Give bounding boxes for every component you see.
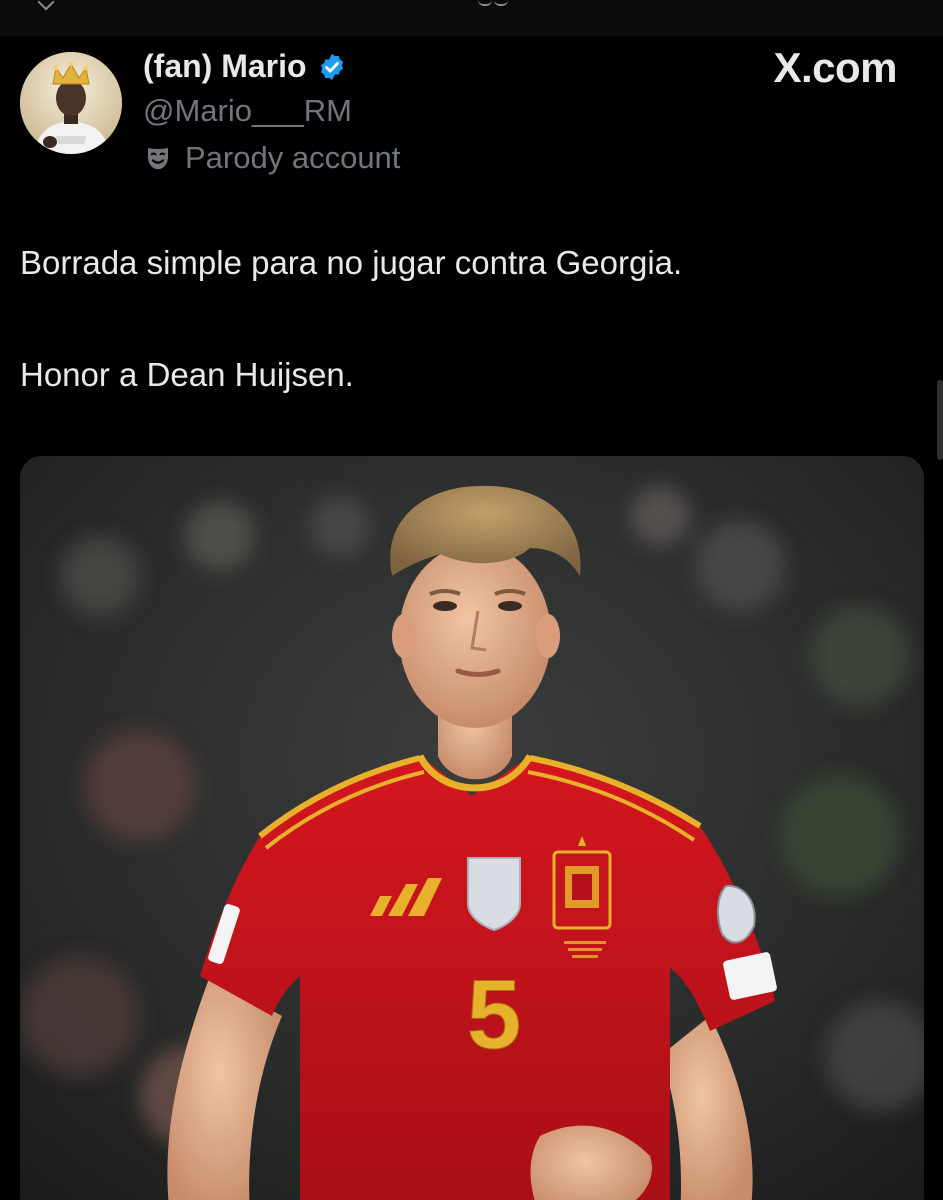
post-text-line: Borrada simple para no jugar contra Geor…: [20, 244, 683, 281]
truncated-glyph: [478, 0, 492, 6]
display-name-text[interactable]: (fan) Mario: [143, 48, 307, 85]
jersey-number: 5: [467, 959, 522, 1069]
theater-mask-icon: [143, 143, 173, 173]
user-handle[interactable]: @Mario___RM: [143, 93, 352, 129]
chevron-down-icon: [37, 0, 55, 11]
parody-label: Parody account: [143, 140, 400, 176]
truncated-glyph: [494, 0, 508, 6]
post-text-line: Honor a Dean Huijsen.: [20, 356, 354, 393]
parody-label-text: Parody account: [185, 140, 401, 175]
post-screenshot: (fan) Mario @Mario___RM Parody account X…: [0, 0, 943, 1200]
brand-watermark: X.com: [773, 44, 897, 91]
status-bar-fragment: [0, 0, 943, 36]
post-media-image[interactable]: 5: [20, 456, 924, 1200]
display-name[interactable]: (fan) Mario: [143, 48, 347, 85]
verified-badge-icon: [317, 52, 347, 82]
scrollbar[interactable]: [937, 380, 943, 460]
avatar[interactable]: [20, 52, 122, 154]
